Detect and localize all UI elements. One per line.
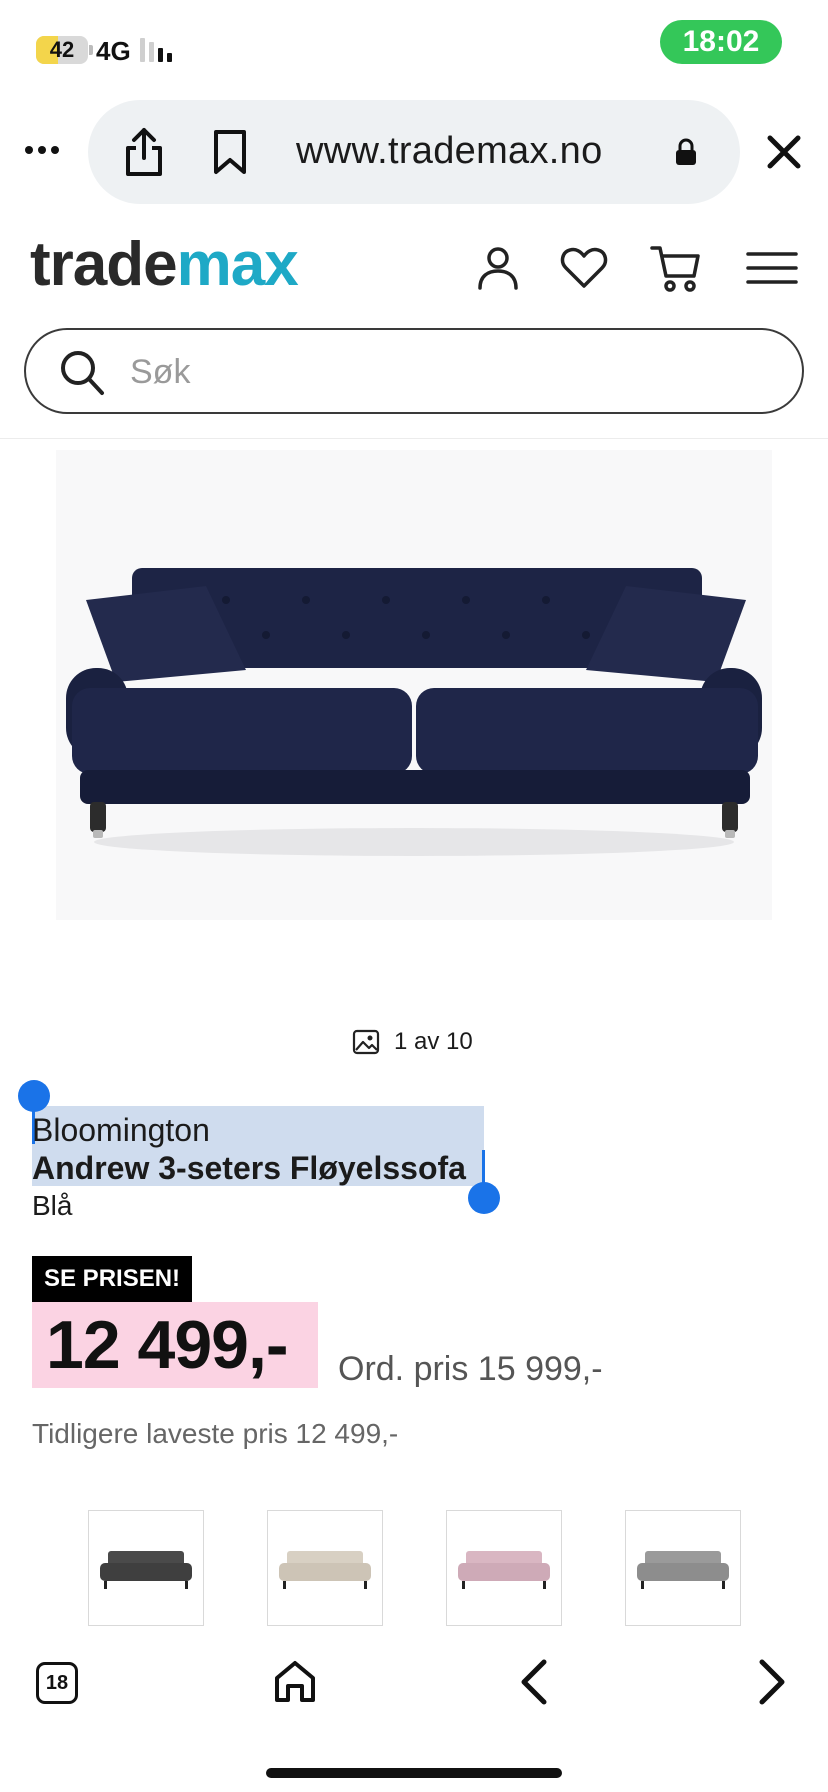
battery-level: 42 — [49, 37, 75, 62]
home-icon[interactable] — [272, 1658, 318, 1706]
sofa-thumbnail-image — [100, 1551, 192, 1589]
sofa-thumbnail-image — [458, 1551, 550, 1589]
variant-thumbnail-pink[interactable] — [446, 1510, 562, 1626]
product-image[interactable] — [56, 450, 772, 920]
sofa-thumbnail-image — [279, 1551, 371, 1589]
product-title: Andrew 3-seters Fløyelssofa — [32, 1150, 466, 1186]
variant-thumbnail-grey[interactable] — [625, 1510, 741, 1626]
variant-thumbnail-dark-grey[interactable] — [88, 1510, 204, 1626]
network-type: 4G — [96, 36, 131, 66]
more-icon[interactable] — [22, 130, 62, 170]
address-bar[interactable]: www.trademax.no — [88, 100, 740, 204]
bookmark-icon[interactable] — [208, 128, 252, 176]
promo-badge: SE PRISEN! — [32, 1256, 193, 1302]
ordinary-price: Ord. pris 15 999,- — [338, 1350, 603, 1388]
selection-end-handle[interactable] — [468, 1182, 500, 1214]
image-gallery-icon — [352, 1029, 380, 1055]
battery-indicator: 42 — [36, 36, 93, 64]
tab-count: 18 — [45, 1671, 69, 1694]
heart-icon[interactable] — [558, 242, 610, 294]
search-input[interactable] — [130, 344, 770, 400]
search-bar[interactable] — [24, 328, 804, 414]
variant-thumbnail-beige[interactable] — [267, 1510, 383, 1626]
product-price: 12 499,- — [46, 1307, 289, 1383]
image-counter-text: 1 av 10 — [394, 1028, 473, 1055]
account-icon[interactable] — [472, 242, 524, 294]
browser-toolbar: 18 — [0, 1634, 828, 1792]
header-divider — [0, 438, 828, 439]
tabs-icon[interactable]: 18 — [36, 1662, 78, 1704]
back-arrow-icon[interactable] — [514, 1658, 554, 1706]
image-counter: 1 av 10 — [352, 1028, 473, 1056]
selection-start-handle[interactable] — [18, 1080, 50, 1112]
url-text: www.trademax.no — [296, 130, 603, 172]
search-icon — [61, 351, 104, 395]
sofa-thumbnail-image — [637, 1551, 729, 1589]
share-icon[interactable] — [120, 126, 168, 178]
status-bar: 42 4G 18:02 — [0, 0, 828, 88]
cart-icon[interactable] — [650, 242, 702, 294]
forward-arrow-icon[interactable] — [752, 1658, 792, 1706]
lock-icon — [676, 138, 696, 165]
signal-strength-icon — [140, 38, 172, 62]
product-brand: Bloomington — [32, 1112, 210, 1148]
sofa-image — [66, 568, 762, 856]
time-text: 18:02 — [682, 25, 760, 58]
product-color: Blå — [32, 1190, 73, 1221]
price-box: 12 499,- — [32, 1302, 318, 1388]
hamburger-menu-icon[interactable] — [746, 242, 798, 294]
home-indicator[interactable] — [266, 1768, 562, 1778]
trademax-logo[interactable]: trademax — [30, 234, 299, 296]
status-time: 18:02 — [660, 20, 782, 64]
lowest-price-note: Tidligere laveste pris 12 499,- — [32, 1418, 399, 1449]
close-icon[interactable] — [762, 130, 806, 174]
